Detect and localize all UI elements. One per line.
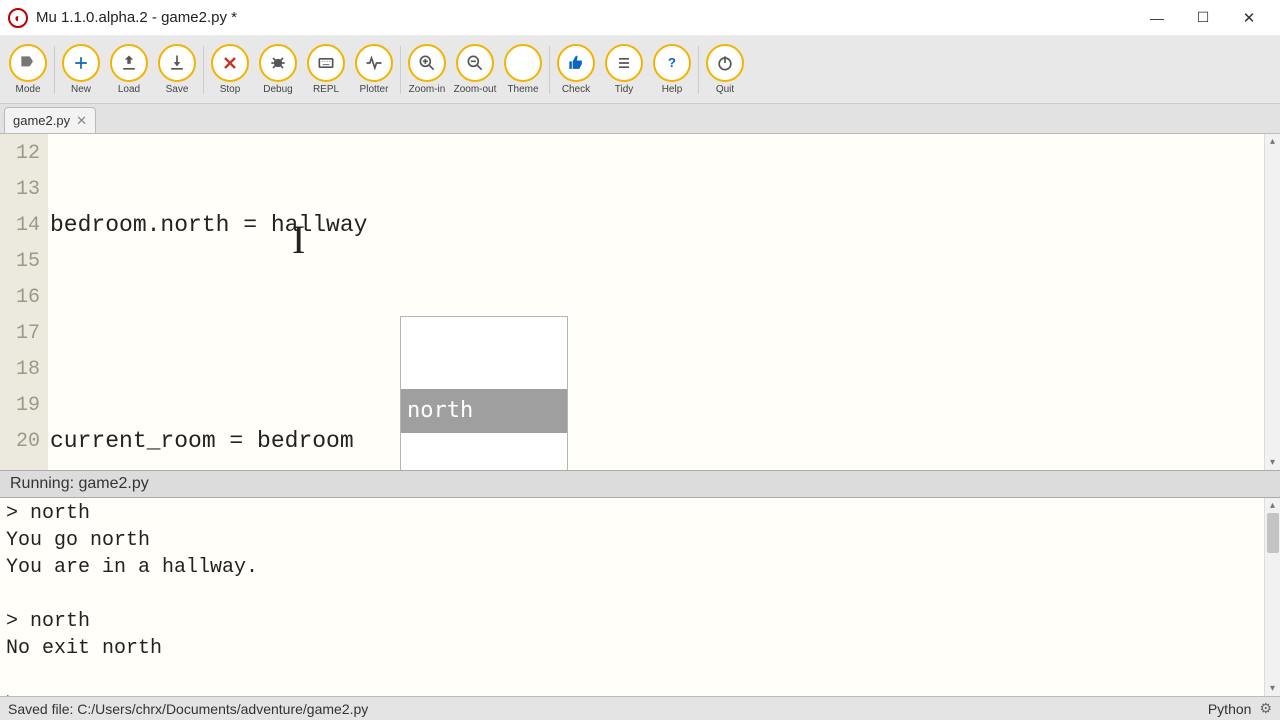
zoom-in-button[interactable]: Zoom-in — [403, 39, 451, 101]
autocomplete-option[interactable]: north — [401, 389, 567, 433]
code-editor[interactable]: 121314151617181920 bedroom.north = hallw… — [0, 134, 1280, 470]
mode-button[interactable]: Mode — [4, 39, 52, 101]
stop-button[interactable]: Stop — [206, 39, 254, 101]
moon-icon — [504, 44, 542, 82]
scroll-down-icon[interactable]: ▾ — [1270, 681, 1275, 696]
mode-icon — [9, 44, 47, 82]
help-button[interactable]: ? Help — [648, 39, 696, 101]
plus-icon — [62, 44, 100, 82]
minimize-button[interactable]: — — [1134, 3, 1180, 33]
tab-close-icon[interactable]: ✕ — [76, 113, 87, 129]
list-icon — [605, 44, 643, 82]
status-language: Python — [1208, 701, 1252, 717]
tab-bar: game2.py ✕ — [0, 104, 1280, 134]
autocomplete-popup[interactable]: north — [400, 316, 568, 470]
zoom-out-icon — [456, 44, 494, 82]
console-scrollbar[interactable]: ▴ ▾ — [1264, 498, 1280, 696]
save-button[interactable]: Save — [153, 39, 201, 101]
thumb-icon — [557, 44, 595, 82]
code-line — [48, 315, 1264, 351]
editor-scrollbar[interactable]: ▴ ▾ — [1264, 134, 1280, 470]
download-icon — [158, 44, 196, 82]
console-output[interactable]: > north You go north You are in a hallwa… — [0, 498, 1264, 696]
question-icon: ? — [653, 44, 691, 82]
gear-icon[interactable]: ⚙ — [1259, 700, 1272, 717]
window-title: Mu 1.1.0.alpha.2 - game2.py * — [36, 9, 237, 26]
code-area[interactable]: bedroom.north = hallway current_room = b… — [48, 134, 1264, 470]
bug-icon — [259, 44, 297, 82]
toolbar: Mode New Load Save Stop Debug REPL Plott… — [0, 36, 1280, 104]
console-panel[interactable]: > north You go north You are in a hallwa… — [0, 498, 1280, 696]
close-button[interactable]: ✕ — [1226, 3, 1272, 33]
zoom-in-icon — [408, 44, 446, 82]
quit-button[interactable]: Quit — [701, 39, 749, 101]
repl-button[interactable]: REPL — [302, 39, 350, 101]
runner-label: Running: game2.py — [10, 475, 149, 493]
code-line: current_room = bedroom — [48, 423, 1264, 459]
code-line: bedroom.north = hallway — [48, 207, 1264, 243]
power-icon — [706, 44, 744, 82]
scroll-up-icon[interactable]: ▴ — [1270, 498, 1275, 513]
maximize-button[interactable]: ☐ — [1180, 3, 1226, 33]
check-button[interactable]: Check — [552, 39, 600, 101]
i-beam-cursor-icon: I — [292, 222, 305, 258]
plotter-button[interactable]: Plotter — [350, 39, 398, 101]
status-bar: Saved file: C:/Users/chrx/Documents/adve… — [0, 696, 1280, 720]
tab-game2[interactable]: game2.py ✕ — [4, 107, 96, 133]
theme-button[interactable]: Theme — [499, 39, 547, 101]
debug-button[interactable]: Debug — [254, 39, 302, 101]
stop-icon — [211, 44, 249, 82]
line-gutter: 121314151617181920 — [0, 134, 48, 470]
scroll-thumb[interactable] — [1267, 513, 1279, 553]
titlebar: ◐ Mu 1.1.0.alpha.2 - game2.py * — ☐ ✕ — [0, 0, 1280, 36]
tab-label: game2.py — [13, 113, 70, 128]
upload-icon — [110, 44, 148, 82]
app-logo-icon: ◐ — [8, 8, 28, 28]
new-button[interactable]: New — [57, 39, 105, 101]
svg-text:?: ? — [668, 55, 676, 70]
status-message: Saved file: C:/Users/chrx/Documents/adve… — [8, 701, 368, 717]
scroll-up-icon[interactable]: ▴ — [1270, 134, 1275, 149]
tidy-button[interactable]: Tidy — [600, 39, 648, 101]
zoom-out-button[interactable]: Zoom-out — [451, 39, 499, 101]
scroll-down-icon[interactable]: ▾ — [1270, 455, 1275, 470]
pulse-icon — [355, 44, 393, 82]
keyboard-icon — [307, 44, 345, 82]
runner-header: Running: game2.py — [0, 470, 1280, 498]
load-button[interactable]: Load — [105, 39, 153, 101]
